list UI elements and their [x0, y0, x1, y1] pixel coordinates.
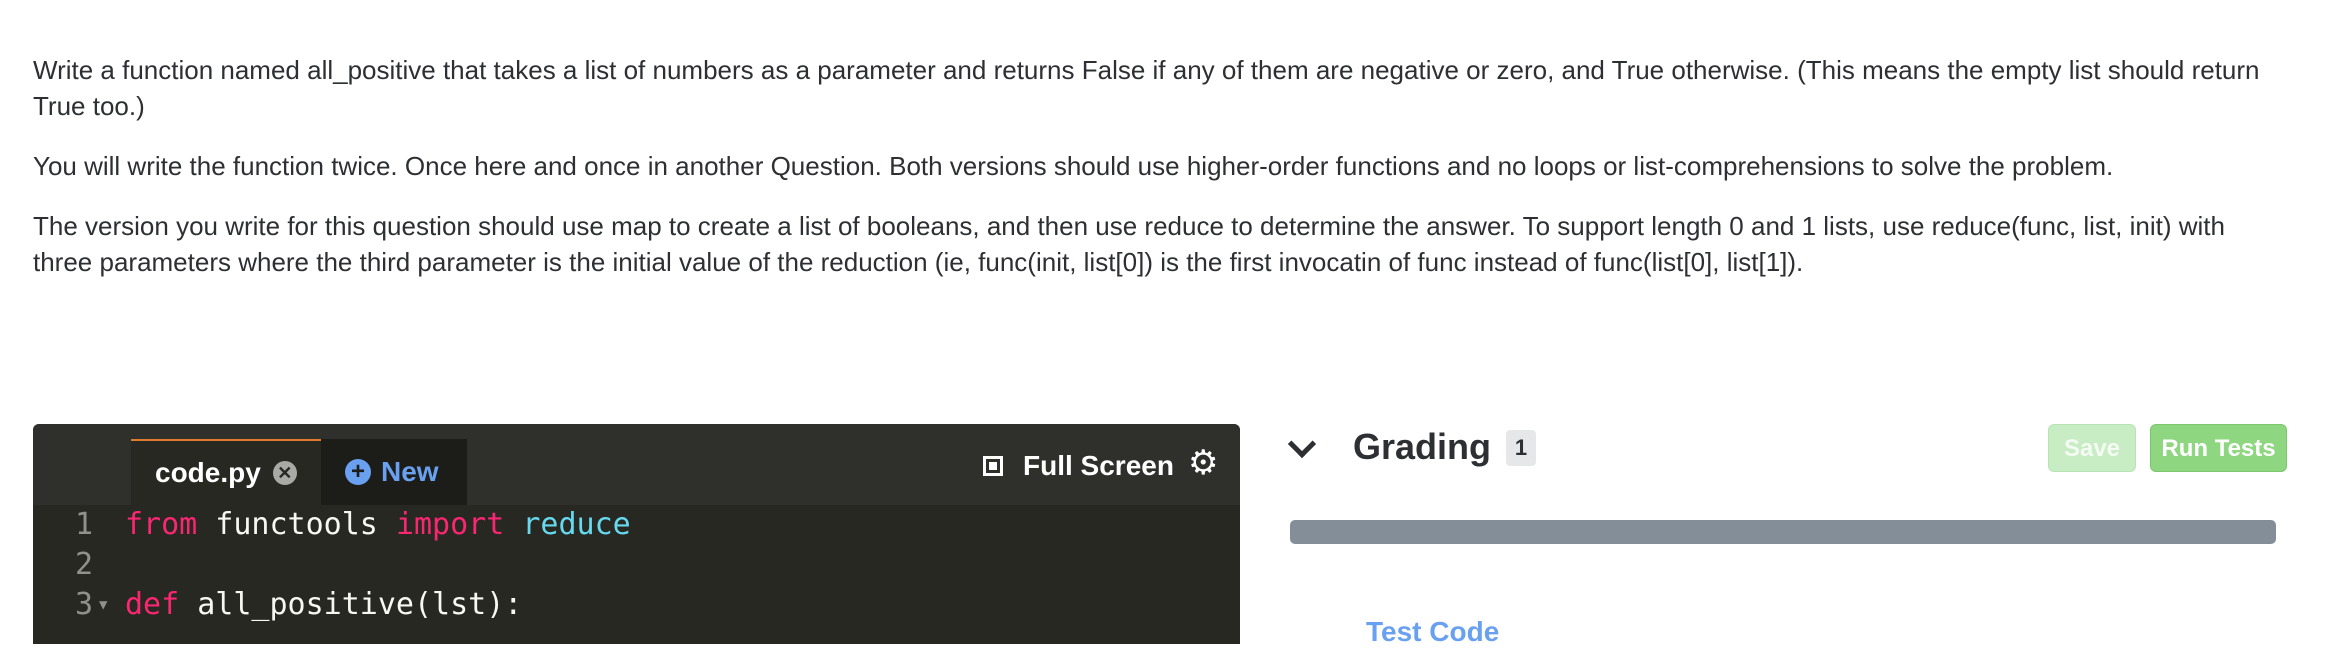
keyword-token: from	[125, 507, 198, 542]
code-area[interactable]: 1 from functools import reduce 2 3 ▼ def…	[33, 505, 1240, 625]
chevron-down-icon[interactable]	[1287, 429, 1317, 459]
close-icon[interactable]: ✕	[272, 461, 297, 485]
editor-tab-bar: code.py ✕ + New Full Screen ⚙	[33, 424, 1240, 505]
line-source: def all_positive(lst):	[125, 585, 522, 625]
plus-circle-icon: +	[345, 459, 371, 485]
line-number: 1	[74, 507, 93, 542]
grading-progress-bar	[1290, 520, 2276, 544]
keyword-token: def	[125, 587, 180, 622]
fullscreen-icon	[983, 456, 1003, 476]
new-file-label: New	[381, 456, 439, 487]
full-screen-button[interactable]: Full Screen	[983, 450, 1174, 482]
prompt-paragraph-3: The version you write for this question …	[33, 211, 2225, 277]
builtin-token: reduce	[504, 507, 631, 542]
prompt-paragraph-2: You will write the function twice. Once …	[33, 151, 2114, 181]
question-prompt: Write a function named all_positive that…	[33, 52, 2263, 304]
code-editor: code.py ✕ + New Full Screen ⚙ 1 from fun…	[33, 424, 1240, 644]
line-number: 2	[74, 547, 93, 582]
new-file-button[interactable]: + New	[321, 439, 467, 505]
line-source: from functools import reduce	[125, 505, 631, 545]
prompt-paragraph-1: Write a function named all_positive that…	[33, 55, 2260, 121]
tab-code-py[interactable]: code.py ✕	[131, 439, 321, 505]
save-button[interactable]: Save	[2048, 424, 2136, 472]
code-line: 2	[33, 545, 1240, 585]
line-number: 3	[74, 587, 93, 622]
fold-arrow-icon[interactable]: ▼	[99, 585, 107, 625]
full-screen-label: Full Screen	[1023, 450, 1174, 481]
tab-code-label: code.py	[155, 457, 261, 488]
code-line: 1 from functools import reduce	[33, 505, 1240, 545]
grading-title: Grading	[1353, 426, 1492, 467]
grading-count-badge: 1	[1506, 430, 1536, 466]
run-tests-button[interactable]: Run Tests	[2150, 424, 2287, 472]
test-code-link[interactable]: Test Code	[1366, 616, 1499, 648]
code-token: all_positive(lst):	[179, 587, 523, 622]
code-token: functools	[197, 507, 396, 542]
code-line: 3 ▼ def all_positive(lst):	[33, 585, 1240, 625]
gear-icon[interactable]: ⚙	[1188, 446, 1218, 480]
keyword-token: import	[395, 507, 505, 542]
